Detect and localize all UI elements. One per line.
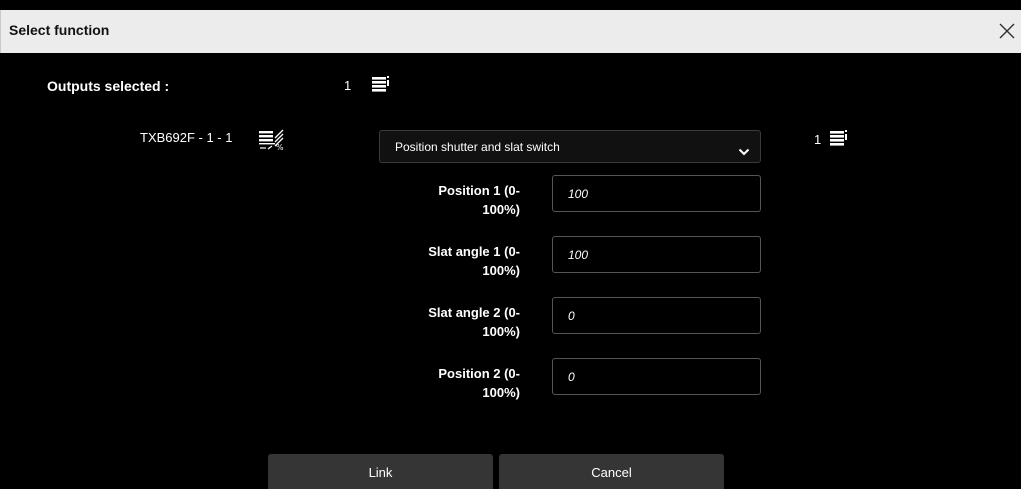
position-2-input[interactable] (552, 358, 761, 395)
blinds-icon (829, 129, 849, 154)
slat-angle-1-input[interactable] (552, 236, 761, 273)
position-2-label-line1: Position 2 (0- (438, 366, 520, 381)
dialog-titlebar: Select function (0, 10, 1021, 53)
select-function-dialog: Select function Outputs selected : 1 TXB… (0, 0, 1021, 489)
slat-angle-2-label-line2: 100%) (482, 324, 520, 339)
function-select-value: Position shutter and slat switch (395, 140, 560, 154)
position-1-label-line2: 100%) (482, 202, 520, 217)
close-icon[interactable] (995, 18, 1019, 44)
slat-angle-2-label: Slat angle 2 (0- 100%) (390, 303, 520, 341)
outputs-selected-count: 1 (344, 78, 352, 93)
slat-angle-1-label-line2: 100%) (482, 263, 520, 278)
shutter-slat-percent-icon: % (258, 129, 288, 156)
slat-angle-1-label-line1: Slat angle 1 (0- (428, 244, 520, 259)
chevron-down-icon (738, 143, 750, 161)
link-button[interactable]: Link (268, 454, 493, 489)
slat-angle-2-label-line1: Slat angle 2 (0- (428, 305, 520, 320)
device-channel-label: TXB692F - 1 - 1 (140, 130, 233, 145)
outputs-selected-label: Outputs selected : (47, 78, 170, 94)
position-1-label: Position 1 (0- 100%) (390, 181, 520, 219)
slat-angle-1-label: Slat angle 1 (0- 100%) (390, 242, 520, 280)
dialog-title: Select function (9, 22, 110, 38)
svg-text:%: % (276, 143, 284, 151)
blinds-icon (371, 75, 391, 100)
cancel-button[interactable]: Cancel (499, 454, 724, 489)
position-2-label-line2: 100%) (482, 385, 520, 400)
position-1-input[interactable] (552, 175, 761, 212)
dialog-content: Outputs selected : 1 TXB692F - 1 - 1 % P… (0, 53, 1021, 489)
position-2-label: Position 2 (0- 100%) (390, 364, 520, 402)
slat-angle-2-input[interactable] (552, 297, 761, 334)
position-1-label-line1: Position 1 (0- (438, 183, 520, 198)
function-select[interactable]: Position shutter and slat switch (379, 130, 761, 163)
target-output-count: 1 (814, 132, 822, 147)
